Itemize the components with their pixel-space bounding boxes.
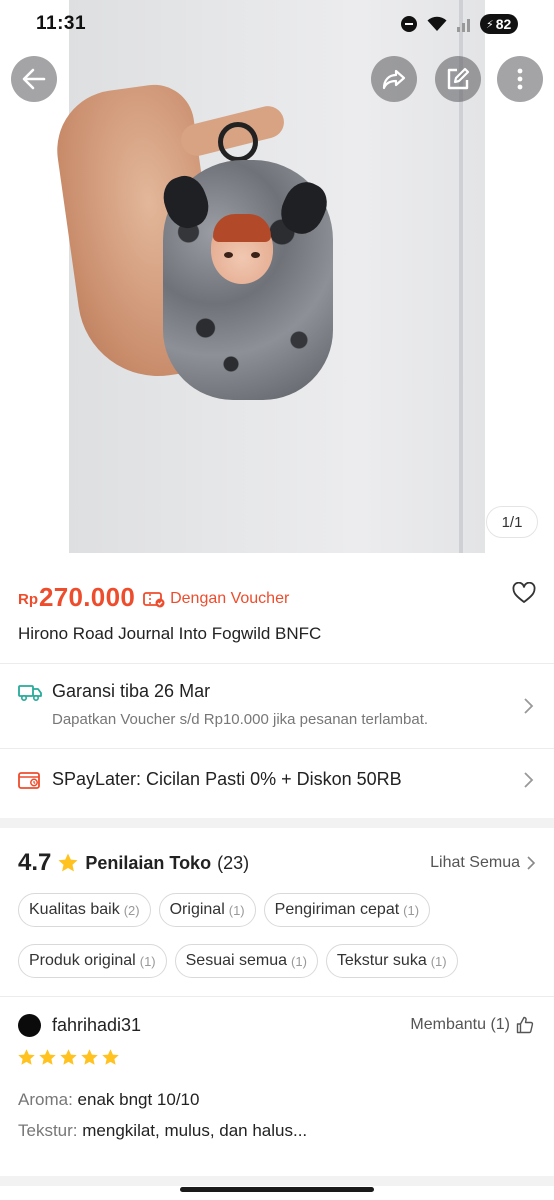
- battery-level: 82: [495, 16, 512, 32]
- image-counter: 1/1: [486, 506, 538, 538]
- review-line-value: mengkilat, mulus, dan halus...: [82, 1121, 308, 1140]
- voucher-icon: [143, 592, 165, 608]
- price-row: Rp 270.000 Dengan Voucher: [18, 574, 538, 614]
- arrow-left-icon: [22, 68, 46, 90]
- see-all-label: Lihat Semua: [430, 854, 520, 871]
- section-divider: [0, 818, 554, 828]
- chevron-right-icon: [527, 856, 536, 870]
- wifi-icon: [427, 16, 447, 31]
- review-line-key: Tekstur:: [18, 1121, 78, 1140]
- helpful-button[interactable]: Membantu (1): [410, 1016, 534, 1034]
- status-time: 11:31: [36, 13, 87, 34]
- see-all-link[interactable]: Lihat Semua: [430, 854, 536, 872]
- section-divider: [0, 1176, 554, 1186]
- avatar: [18, 1014, 41, 1037]
- shipping-subtitle: Dapatkan Voucher s/d Rp10.000 jika pesan…: [52, 711, 429, 728]
- review-text-line: Tekstur: mengkilat, mulus, dan halus...: [18, 1121, 307, 1141]
- shop-rating-header: 4.7 Penilaian Toko (23) Lihat Semua: [18, 846, 536, 880]
- more-options-button[interactable]: [497, 56, 543, 102]
- star-icon: [60, 1049, 77, 1065]
- battery-icon: ⚡ 82: [480, 14, 518, 34]
- review-tag-row: Produk original (1) Sesuai semua (1) Tekst…: [18, 944, 538, 978]
- review-line-value: enak bngt 10/10: [77, 1090, 200, 1109]
- edit-icon: [447, 67, 470, 90]
- chevron-right-icon: [524, 772, 534, 788]
- paylater-title: SPayLater: Cicilan Pasti 0% + Diskon 50R…: [52, 769, 402, 789]
- product-title: Hirono Road Journal Into Fogwild BNFC: [18, 624, 322, 643]
- price-value: 270.000: [39, 582, 136, 612]
- divider: [0, 996, 554, 997]
- wallet-icon: [18, 772, 40, 789]
- star-icon: [58, 853, 78, 872]
- share-icon: [382, 69, 406, 90]
- voucher-label: Dengan Voucher: [170, 590, 290, 607]
- star-icon: [18, 1049, 35, 1065]
- rating-score: 4.7: [18, 849, 52, 876]
- review-star-rating: [17, 1048, 120, 1067]
- review-tag-chip[interactable]: Pengiriman cepat (1): [263, 893, 431, 927]
- paylater-row[interactable]: SPayLater: Cicilan Pasti 0% + Diskon 50R…: [0, 749, 554, 813]
- thumbs-up-icon: [516, 1016, 534, 1034]
- review-tag-chip[interactable]: Kualitas baik (2): [18, 893, 151, 927]
- review-tag-chip[interactable]: Tekstur suka (1): [325, 944, 458, 978]
- shipping-title: Garansi tiba 26 Mar: [52, 681, 211, 701]
- price-currency: Rp: [18, 591, 38, 608]
- review-tag-row: Kualitas baik (2) Original (1) Pengiriman …: [18, 893, 538, 927]
- dnd-icon: [401, 16, 417, 32]
- review-tag-chip[interactable]: Sesuai semua (1): [174, 944, 318, 978]
- keychain-ring: [218, 122, 258, 162]
- share-button[interactable]: [371, 56, 417, 102]
- review-tag-chip[interactable]: Original (1): [158, 893, 256, 927]
- heart-icon[interactable]: [512, 582, 536, 604]
- review-tag-chip[interactable]: Produk original (1): [18, 944, 167, 978]
- signal-icon: [457, 16, 470, 32]
- reviewer: fahrihadi31: [18, 1014, 141, 1037]
- more-vertical-icon: [517, 68, 523, 90]
- review-text-line: Aroma: enak bngt 10/10: [18, 1090, 199, 1110]
- star-icon: [81, 1049, 98, 1065]
- star-icon: [102, 1049, 119, 1065]
- home-indicator[interactable]: [180, 1187, 374, 1192]
- truck-icon: [18, 685, 42, 702]
- status-bar: 11:31 ⚡ 82: [0, 0, 554, 48]
- chevron-right-icon: [524, 698, 534, 714]
- back-button[interactable]: [11, 56, 57, 102]
- rating-label: Penilaian Toko: [85, 852, 212, 873]
- rating-count: (23): [217, 852, 250, 873]
- review-line-key: Aroma:: [18, 1090, 73, 1109]
- reviewer-name: fahrihadi31: [52, 1015, 142, 1035]
- helpful-label: Membantu (1): [410, 1016, 510, 1033]
- edit-button[interactable]: [435, 56, 481, 102]
- shipping-guarantee-row[interactable]: Garansi tiba 26 Mar Dapatkan Voucher s/d…: [0, 664, 554, 748]
- star-icon: [39, 1049, 56, 1065]
